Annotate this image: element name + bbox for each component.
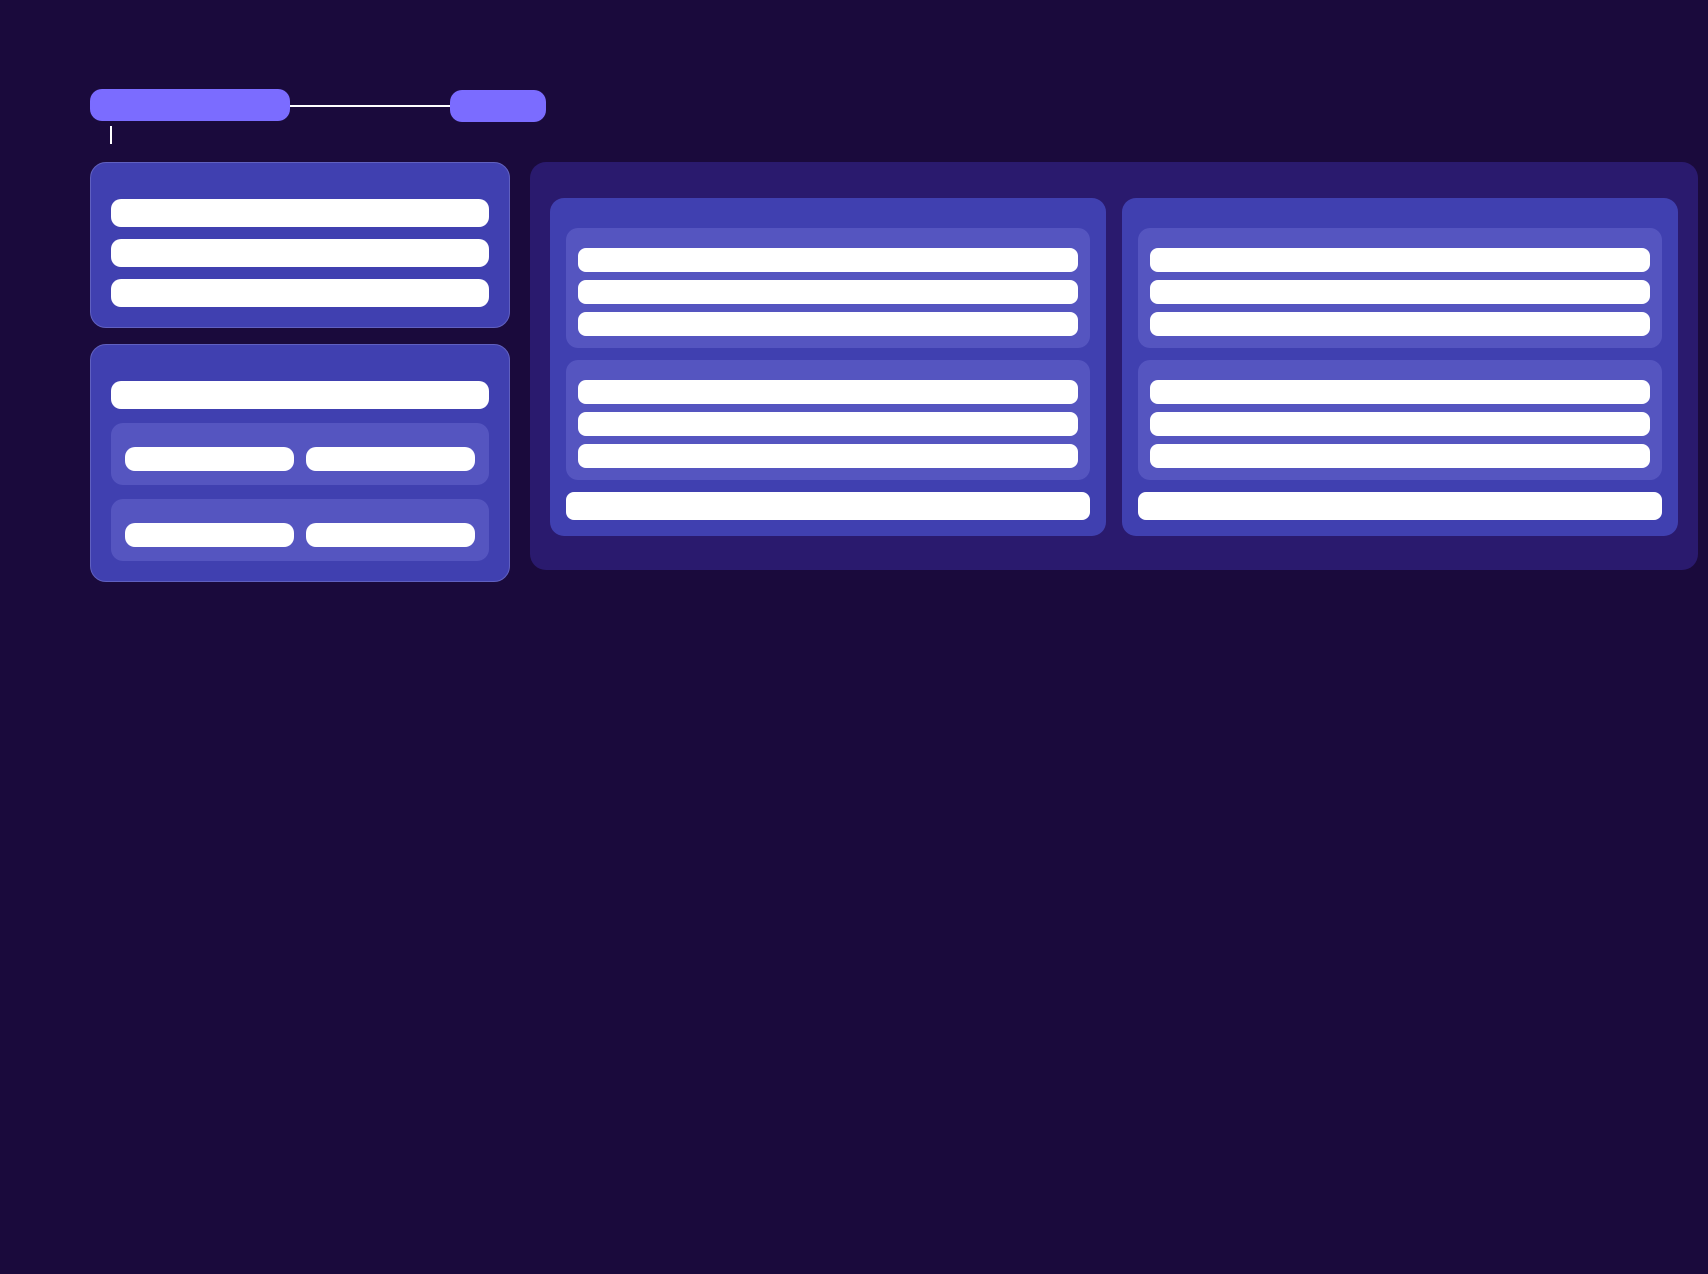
node4-svc1-web (1150, 248, 1650, 272)
node4-svc2-streaming (1150, 444, 1650, 468)
node4-docker1 (1138, 228, 1662, 348)
node4-svc2-sidekiq (1150, 412, 1650, 436)
node3-docker1 (566, 228, 1090, 348)
node1-box (90, 162, 510, 328)
node2-service-web (125, 447, 294, 471)
node2-service-prometheus (125, 523, 294, 547)
node3-docker2 (566, 360, 1090, 480)
cloudflare-box (90, 89, 290, 121)
node3-svc2-streaming (578, 444, 1078, 468)
node4-postgresql (1138, 492, 1662, 520)
node3-postgresql (566, 492, 1090, 520)
node1-service-postgresql (111, 239, 489, 267)
node3-svc2-sidekiq (578, 412, 1078, 436)
node3-svc1-streaming (578, 312, 1078, 336)
node3-svc1-web (578, 248, 1078, 272)
cloudflare-r2-box (450, 90, 546, 122)
node2-docker1-inner (111, 423, 489, 485)
node2-service-postgresqlp (306, 447, 475, 471)
node1-service-redis (111, 279, 489, 307)
node2-service-nginx (111, 381, 489, 409)
node4-box (1122, 198, 1678, 536)
node2-box (90, 344, 510, 582)
node4-svc1-sidekiq (1150, 280, 1650, 304)
node2-service-grafana (306, 523, 475, 547)
node3-svc1-sidekiq (578, 280, 1078, 304)
node4-docker2 (1138, 360, 1662, 480)
node4-svc2-web (1150, 380, 1650, 404)
node1-service-nginx (111, 199, 489, 227)
node3-box (550, 198, 1106, 536)
wireguard-section (530, 162, 1698, 570)
node4-svc1-streaming (1150, 312, 1650, 336)
node2-docker2-inner (111, 499, 489, 561)
node3-svc2-web (578, 380, 1078, 404)
